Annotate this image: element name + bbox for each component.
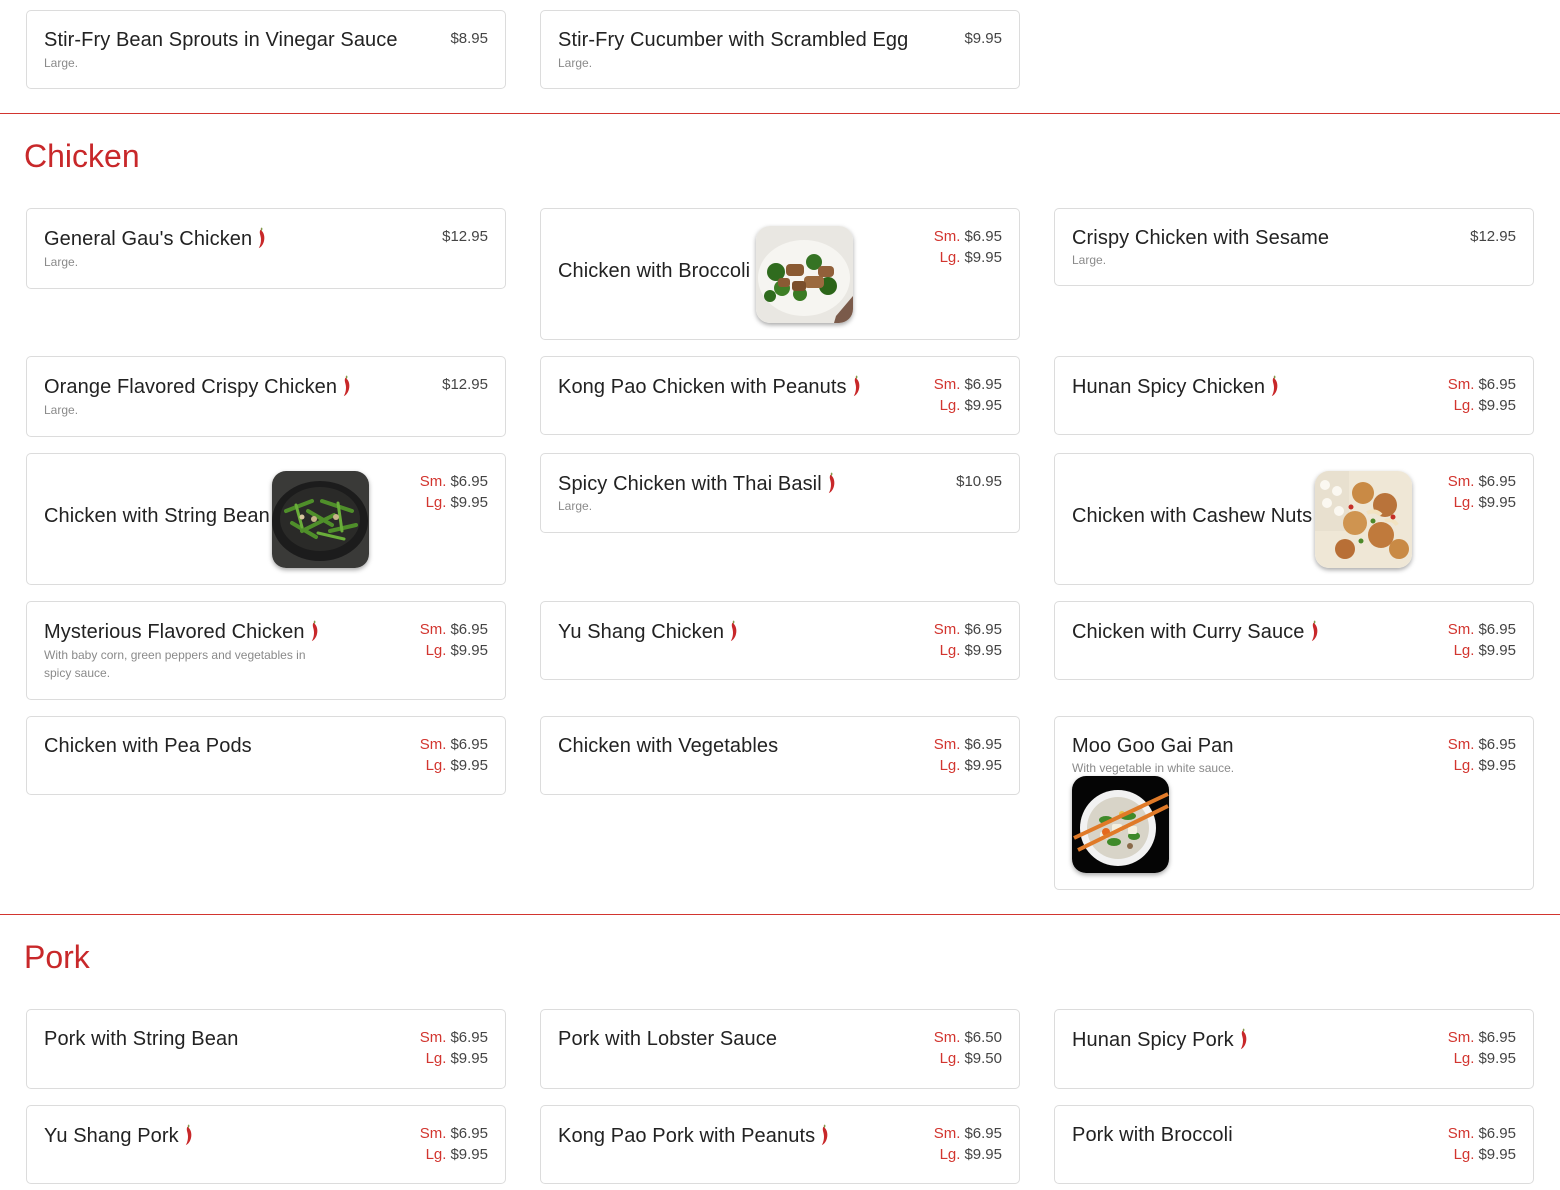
- item-price: $10.95: [956, 473, 1002, 490]
- cashew-chicken-photo[interactable]: [1315, 471, 1412, 568]
- item-name: Hunan Spicy Chicken: [1072, 375, 1279, 399]
- item-name: Moo Goo Gai Pan: [1072, 735, 1234, 757]
- chili-pepper-icon: [184, 1124, 193, 1146]
- menu-item-card[interactable]: Chicken with String Bean Sm. $6.95 Lg. $9.…: [26, 453, 506, 585]
- menu-item-card[interactable]: Orange Flavored Crispy Chicken Large. $1…: [26, 356, 506, 437]
- item-price: Sm. $6.95 Lg. $9.95: [419, 473, 488, 511]
- item-name: Yu Shang Pork: [44, 1124, 193, 1148]
- menu-item-card[interactable]: Pork with Lobster Sauce Sm. $6.50 Lg. $9.5…: [540, 1009, 1020, 1089]
- item-price: Sm. $6.95 Lg. $9.95: [933, 621, 1002, 659]
- item-name: Pork with Broccoli: [1072, 1124, 1233, 1146]
- menu-item-card[interactable]: Spicy Chicken with Thai Basil Large. $10…: [540, 453, 1020, 533]
- menu-item-card[interactable]: Yu Shang Chicken Sm. $6.95 Lg. $9.95: [540, 601, 1020, 680]
- item-name: Stir-Fry Cucumber with Scrambled Egg: [558, 29, 909, 51]
- menu-item-card[interactable]: Stir-Fry Bean Sprouts in Vinegar Sauce L…: [26, 10, 506, 89]
- item-name: Chicken with Broccoli: [558, 260, 751, 282]
- item-price: $12.95: [442, 228, 488, 245]
- menu-item-card[interactable]: Hunan Spicy Chicken Sm. $6.95 Lg. $9.95: [1054, 356, 1534, 435]
- item-price: Sm. $6.50 Lg. $9.50: [933, 1029, 1002, 1067]
- item-price: Sm. $6.95 Lg. $9.95: [1447, 736, 1516, 774]
- item-description: Large.: [558, 499, 593, 513]
- item-name: Chicken with Pea Pods: [44, 735, 252, 757]
- section-divider: [0, 113, 1560, 114]
- item-description: With vegetable in white sauce.: [1072, 761, 1235, 775]
- menu-item-card[interactable]: Hunan Spicy Pork Sm. $6.95 Lg. $9.95: [1054, 1009, 1534, 1089]
- item-name: Hunan Spicy Pork: [1072, 1028, 1248, 1052]
- item-description: Large.: [44, 255, 79, 269]
- item-price: Sm. $6.95 Lg. $9.95: [1447, 1029, 1516, 1067]
- menu-item-card[interactable]: General Gau's Chicken Large. $12.95: [26, 208, 506, 289]
- item-price: Sm. $6.95 Lg. $9.95: [933, 1125, 1002, 1163]
- item-price: Sm. $6.95 Lg. $9.95: [933, 736, 1002, 774]
- menu-item-card[interactable]: Chicken with Vegetables Sm. $6.95 Lg. $9.9…: [540, 716, 1020, 795]
- item-price: Sm. $6.95 Lg. $9.95: [1447, 1125, 1516, 1163]
- item-price: Sm. $6.95 Lg. $9.95: [419, 1125, 488, 1163]
- section-title-chicken: Chicken: [24, 138, 140, 174]
- menu-item-card[interactable]: Crispy Chicken with Sesame Large. $12.95: [1054, 208, 1534, 286]
- section-title-pork: Pork: [24, 939, 90, 975]
- item-price: Sm. $6.95 Lg. $9.95: [1447, 376, 1516, 414]
- item-name: Yu Shang Chicken: [558, 620, 738, 644]
- item-name: Orange Flavored Crispy Chicken: [44, 375, 351, 399]
- item-price: $12.95: [1470, 228, 1516, 245]
- menu-item-card[interactable]: Kong Pao Pork with Peanuts Sm. $6.95 Lg. $…: [540, 1105, 1020, 1184]
- item-price: $12.95: [442, 376, 488, 393]
- item-name: Chicken with Curry Sauce: [1072, 620, 1319, 644]
- item-name: Pork with Lobster Sauce: [558, 1028, 778, 1050]
- menu-item-card[interactable]: Mysterious Flavored Chicken With baby co…: [26, 601, 506, 700]
- item-price: $8.95: [450, 30, 488, 47]
- item-description: Large.: [44, 56, 79, 70]
- menu-item-card[interactable]: Moo Goo Gai Pan With vegetable in white …: [1054, 716, 1534, 890]
- menu-item-card[interactable]: Yu Shang Pork Sm. $6.95 Lg. $9.95: [26, 1105, 506, 1184]
- item-price: Sm. $6.95 Lg. $9.95: [933, 376, 1002, 414]
- item-description: With baby corn, green peppers and vegeta…: [44, 648, 306, 680]
- menu-item-card[interactable]: Chicken with Curry Sauce Sm. $6.95 Lg. $9.…: [1054, 601, 1534, 680]
- item-name: Pork with String Bean: [44, 1028, 239, 1050]
- chili-pepper-icon: [852, 375, 861, 397]
- item-name: Kong Pao Pork with Peanuts: [558, 1124, 829, 1148]
- menu-item-card[interactable]: Pork with String Bean Sm. $6.95 Lg. $9.95: [26, 1009, 506, 1089]
- chili-pepper-icon: [1239, 1028, 1248, 1050]
- item-name: Chicken with Cashew Nuts: [1072, 505, 1313, 527]
- chili-pepper-icon: [257, 227, 266, 249]
- chili-pepper-icon: [827, 472, 836, 494]
- menu-item-card[interactable]: Chicken with Broccoli Sm. $6.95 Lg. $9.95: [540, 208, 1020, 340]
- item-name: Mysterious Flavored Chicken: [44, 620, 319, 644]
- string-bean-chicken-photo[interactable]: [272, 471, 369, 568]
- item-price: Sm. $6.95 Lg. $9.95: [933, 228, 1002, 266]
- chili-pepper-icon: [1310, 620, 1319, 642]
- item-price: Sm. $6.95 Lg. $9.95: [419, 621, 488, 659]
- moo-goo-gai-pan-photo[interactable]: [1072, 776, 1169, 873]
- chili-pepper-icon: [310, 620, 319, 642]
- broccoli-chicken-photo[interactable]: [756, 226, 853, 323]
- item-name: Kong Pao Chicken with Peanuts: [558, 375, 861, 399]
- item-price: $9.95: [964, 30, 1002, 47]
- chili-pepper-icon: [342, 375, 351, 397]
- chili-pepper-icon: [1270, 375, 1279, 397]
- item-description: Large.: [1072, 253, 1107, 267]
- chili-pepper-icon: [729, 620, 738, 642]
- item-name: Spicy Chicken with Thai Basil: [558, 472, 836, 496]
- item-price: Sm. $6.95 Lg. $9.95: [419, 736, 488, 774]
- item-name: Stir-Fry Bean Sprouts in Vinegar Sauce: [44, 29, 398, 51]
- item-name: Chicken with Vegetables: [558, 735, 779, 757]
- item-price: Sm. $6.95 Lg. $9.95: [419, 1029, 488, 1067]
- menu-item-card[interactable]: Chicken with Pea Pods Sm. $6.95 Lg. $9.95: [26, 716, 506, 795]
- item-description: Large.: [558, 56, 593, 70]
- section-divider: [0, 914, 1560, 915]
- menu-item-card[interactable]: Chicken with Cashew Nuts Sm. $6.95 Lg. $9.…: [1054, 453, 1534, 585]
- item-price: Sm. $6.95 Lg. $9.95: [1447, 473, 1516, 511]
- menu-item-card[interactable]: Stir-Fry Cucumber with Scrambled Egg Lar…: [540, 10, 1020, 89]
- item-name: Crispy Chicken with Sesame: [1072, 227, 1330, 249]
- chili-pepper-icon: [820, 1124, 829, 1146]
- item-name: General Gau's Chicken: [44, 227, 266, 251]
- menu-item-card[interactable]: Kong Pao Chicken with Peanuts Sm. $6.95 L…: [540, 356, 1020, 435]
- item-description: Large.: [44, 403, 79, 417]
- item-price: Sm. $6.95 Lg. $9.95: [1447, 621, 1516, 659]
- menu-item-card[interactable]: Pork with Broccoli Sm. $6.95 Lg. $9.95: [1054, 1105, 1534, 1184]
- item-name: Chicken with String Bean: [44, 505, 270, 527]
